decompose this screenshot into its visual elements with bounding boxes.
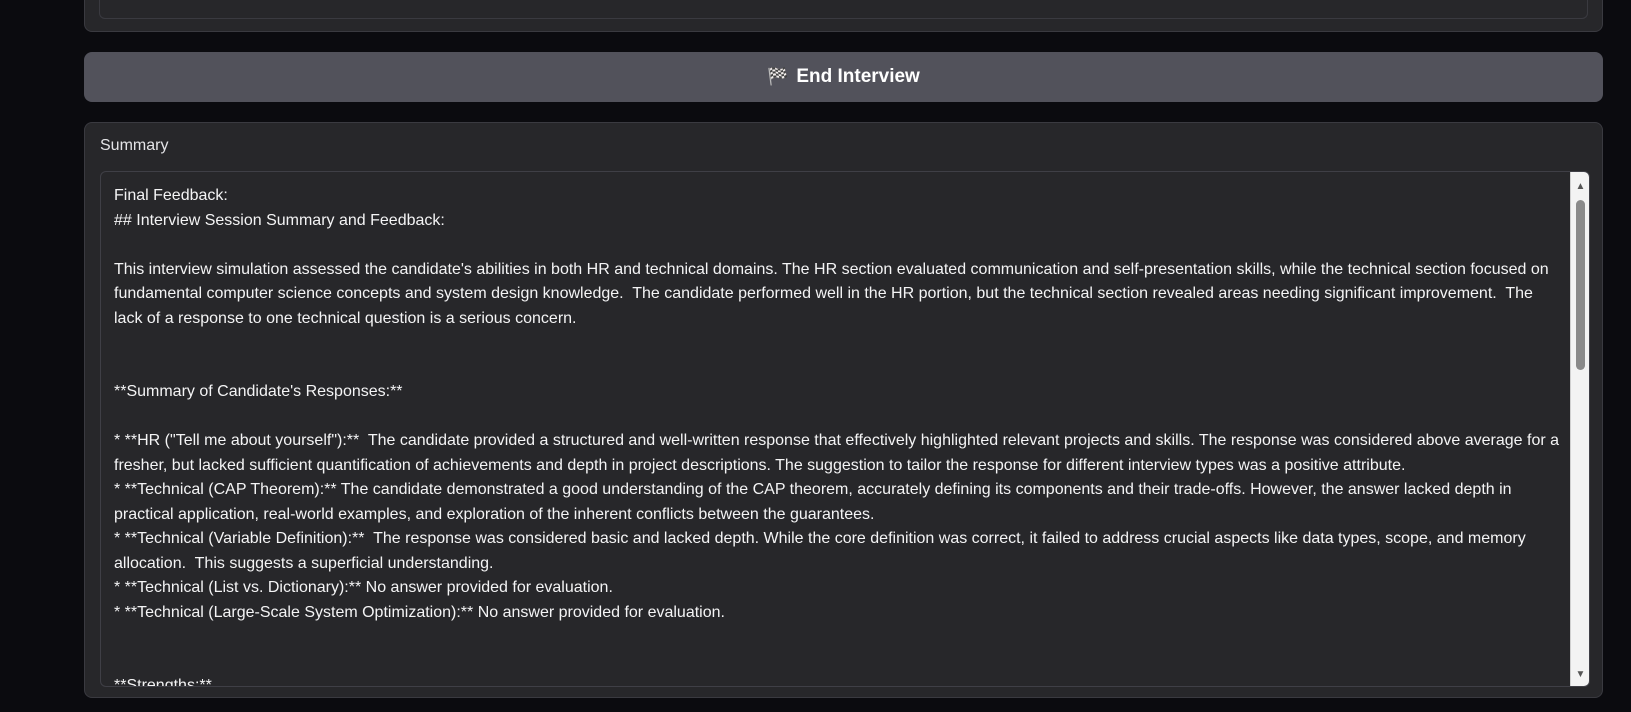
summary-line — [114, 625, 1564, 650]
scroll-up-arrow-icon[interactable]: ▲ — [1571, 178, 1589, 194]
summary-line — [114, 405, 1564, 430]
summary-line: This interview simulation assessed the c… — [114, 260, 1554, 327]
summary-text: Final Feedback: ## Interview Session Summ… — [114, 184, 1564, 687]
checkered-flag-icon: 🏁 — [767, 67, 789, 86]
summary-line: * **Technical (CAP Theorem):** The candi… — [114, 481, 1517, 523]
summary-line: * **Technical (Large-Scale System Optimi… — [114, 603, 725, 621]
summary-line — [114, 356, 1564, 381]
summary-textbox[interactable]: Final Feedback: ## Interview Session Summ… — [100, 171, 1590, 687]
summary-line — [114, 331, 1564, 356]
summary-line — [114, 233, 1564, 258]
scroll-down-arrow-icon[interactable]: ▼ — [1571, 666, 1589, 682]
summary-line: **Summary of Candidate's Responses:** — [114, 383, 403, 400]
summary-line: * **Technical (Variable Definition):** T… — [114, 530, 1531, 572]
end-interview-label: End Interview — [796, 66, 920, 87]
summary-panel: Summary Final Feedback: ## Interview Sess… — [84, 122, 1603, 698]
summary-line: **Strengths:** — [114, 677, 212, 687]
summary-line — [114, 650, 1564, 675]
scrollbar-thumb[interactable] — [1576, 200, 1585, 370]
summary-line: ## Interview Session Summary and Feedbac… — [114, 211, 445, 229]
summary-label: Summary — [100, 137, 169, 154]
summary-line: * **HR ("Tell me about yourself"):** The… — [114, 432, 1564, 474]
summary-line: Final Feedback: — [114, 187, 228, 204]
summary-scrollbar[interactable]: ▲ ▼ — [1570, 172, 1589, 686]
previous-panel — [84, 0, 1603, 32]
previous-panel-field[interactable] — [99, 0, 1588, 19]
summary-line: * **Technical (List vs. Dictionary):** N… — [114, 579, 613, 596]
end-interview-button[interactable]: 🏁 End Interview — [84, 52, 1603, 102]
